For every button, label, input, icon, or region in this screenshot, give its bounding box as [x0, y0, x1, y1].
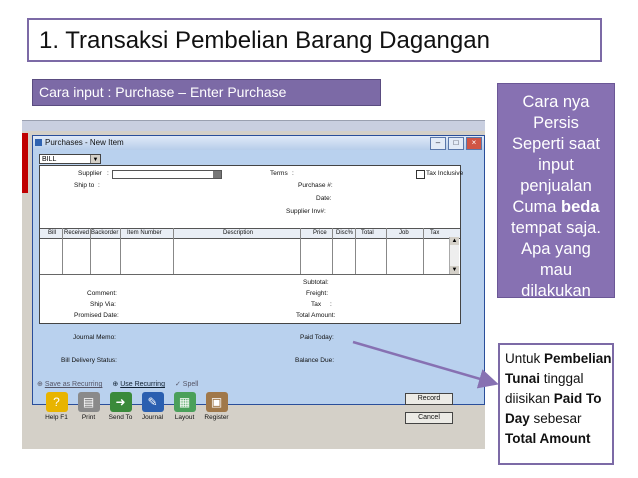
callout-arrow	[352, 340, 499, 389]
